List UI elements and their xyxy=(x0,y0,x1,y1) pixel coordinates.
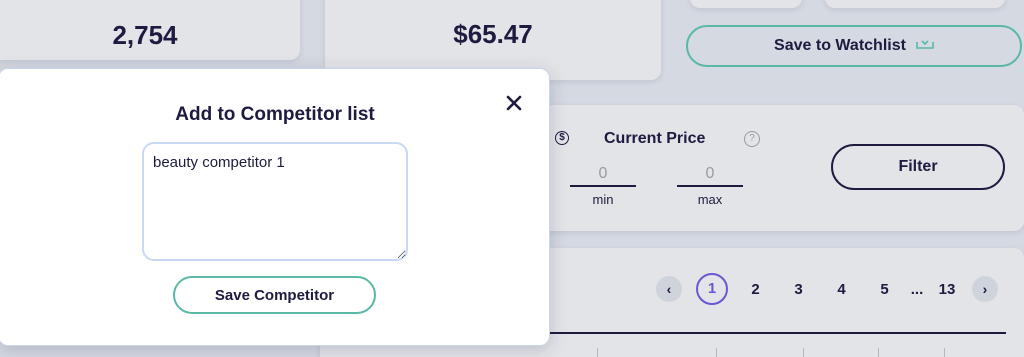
price-max-input[interactable] xyxy=(677,163,743,187)
save-to-watchlist-button[interactable]: Save to Watchlist xyxy=(686,25,1022,67)
column-divider xyxy=(597,348,598,357)
page-4-button[interactable]: 4 xyxy=(820,281,863,298)
price-max-caption: max xyxy=(697,192,723,207)
dollar-circle-icon: $ xyxy=(555,131,569,145)
top-right-tab-2[interactable] xyxy=(825,0,1005,8)
inbox-download-icon xyxy=(916,37,934,55)
pagination-ellipsis: ... xyxy=(910,280,924,298)
column-divider xyxy=(803,348,804,357)
column-divider xyxy=(944,348,945,357)
save-to-watchlist-label: Save to Watchlist xyxy=(774,37,906,54)
page-3-button[interactable]: 3 xyxy=(777,281,820,298)
stat-value-count: 2,754 xyxy=(112,20,178,50)
chevron-left-icon[interactable]: ‹ xyxy=(656,276,682,302)
add-competitor-modal: Add to Competitor list beauty competitor… xyxy=(0,68,550,346)
price-min-input[interactable] xyxy=(570,163,636,187)
save-competitor-button[interactable]: Save Competitor xyxy=(173,276,376,314)
page-last-button[interactable]: 13 xyxy=(928,281,966,298)
page-5-button[interactable]: 5 xyxy=(863,281,906,298)
modal-title: Add to Competitor list xyxy=(175,104,375,125)
top-right-tab-1[interactable] xyxy=(690,0,802,8)
page-2-button[interactable]: 2 xyxy=(734,281,777,298)
competitor-name-textarea[interactable]: beauty competitor 1 xyxy=(142,142,408,261)
page-1-button[interactable]: 1 xyxy=(696,273,728,305)
chevron-right-icon[interactable]: › xyxy=(972,276,998,302)
filter-button[interactable]: Filter xyxy=(831,144,1005,190)
question-circle-icon[interactable]: ? xyxy=(744,131,760,147)
stat-value-price: $65.47 xyxy=(453,19,533,49)
stat-card-count: 2,754 xyxy=(0,0,300,60)
price-min-caption: min xyxy=(592,192,614,207)
current-price-label: Current Price xyxy=(604,130,706,147)
column-divider xyxy=(716,348,717,357)
column-divider xyxy=(878,348,879,357)
close-icon[interactable] xyxy=(501,90,527,116)
pagination: ‹ 1 2 3 4 5 ... 13 › xyxy=(656,272,998,306)
